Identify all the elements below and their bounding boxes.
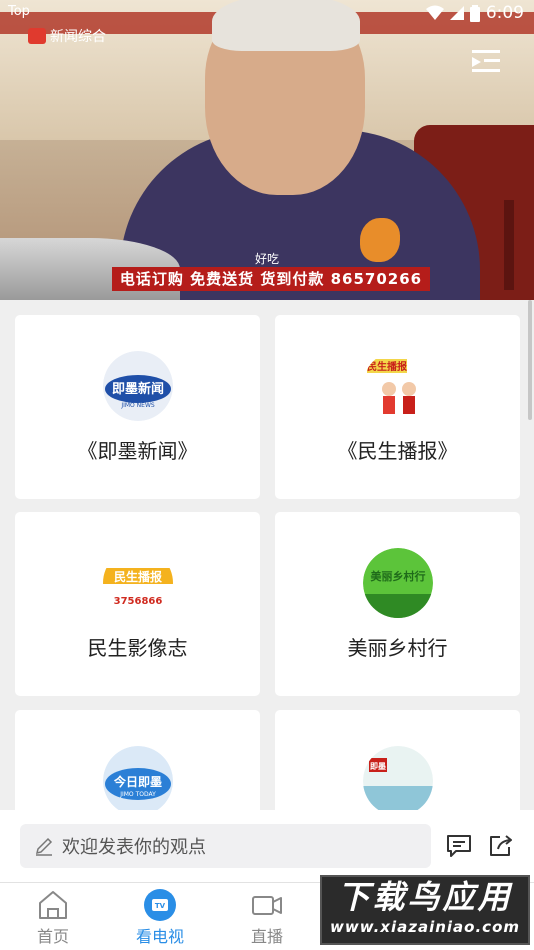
program-logo: 即墨新闻 JIMO NEWS: [103, 351, 173, 421]
svg-text:民生播报: 民生播报: [367, 360, 407, 373]
wifi-icon: [425, 5, 444, 20]
program-card[interactable]: 即墨新闻 JIMO NEWS 《即墨新闻》: [15, 315, 260, 499]
program-logo: 即墨: [363, 746, 433, 810]
status-time: 6:09: [485, 3, 524, 23]
battery-icon: [469, 4, 480, 22]
program-card[interactable]: 即墨: [275, 710, 520, 810]
svg-text:美丽乡村行: 美丽乡村行: [371, 569, 426, 583]
signal-icon: [449, 6, 464, 20]
program-title: 美丽乡村行: [347, 636, 448, 660]
comment-input[interactable]: 欢迎发表你的观点: [20, 824, 431, 868]
ad-banner: 电话订购 免费送货 货到付款 86570266: [112, 267, 430, 291]
video-camera-icon: [252, 896, 282, 915]
svg-text:即墨: 即墨: [370, 761, 386, 771]
svg-text:民生播报: 民生播报: [114, 569, 162, 584]
program-title: 民生影像志: [87, 636, 188, 660]
home-icon: [39, 891, 67, 919]
svg-text:TV: TV: [155, 902, 166, 910]
svg-text:JIMO NEWS: JIMO NEWS: [120, 402, 155, 409]
watermark: 下载鸟应用 www.xiazainiao.com: [320, 875, 530, 945]
status-bar-right: 6:09: [425, 3, 524, 23]
program-grid: 即墨新闻 JIMO NEWS 《即墨新闻》 民生播报 《民生播报》 民生播报 3…: [0, 300, 534, 810]
svg-text:今日即墨: 今日即墨: [113, 774, 162, 789]
tv-icon: TV: [144, 889, 176, 921]
program-card[interactable]: 民生播报 《民生播报》: [275, 315, 520, 499]
program-logo-text: 即墨新闻: [112, 381, 164, 397]
program-card[interactable]: 民生播报 3756866 民生影像志: [15, 512, 260, 696]
status-bar-left: Top: [8, 4, 30, 19]
comment-bar: 欢迎发表你的观点: [0, 810, 534, 882]
pencil-icon: [35, 837, 53, 856]
nav-label: 首页: [36, 927, 69, 946]
nav-tv[interactable]: TV 看电视: [115, 889, 205, 947]
channel-name: 新闻综合: [50, 29, 106, 45]
program-logo: 今日即墨 JIMO TODAY: [103, 746, 173, 810]
program-title: 《即墨新闻》: [77, 439, 198, 463]
video-player[interactable]: Top 6:09 新闻综合 好吃 电话订购 免费送货 货到付款 86570266: [0, 0, 534, 300]
episode-list-icon[interactable]: [472, 50, 500, 72]
share-icon[interactable]: [488, 834, 514, 858]
watermark-url: www.xiazainiao.com: [329, 918, 521, 936]
program-card[interactable]: 今日即墨 JIMO TODAY: [15, 710, 260, 810]
program-card[interactable]: 美丽乡村行 美丽乡村行: [275, 512, 520, 696]
comment-placeholder: 欢迎发表你的观点: [62, 837, 206, 858]
nav-label: 直播: [250, 927, 283, 946]
svg-text:3756866: 3756866: [114, 596, 163, 607]
program-logo: 民生播报: [363, 351, 433, 421]
watermark-title: 下载鸟应用: [337, 878, 513, 916]
nav-live[interactable]: 直播: [222, 889, 312, 947]
nav-home[interactable]: 首页: [8, 889, 98, 947]
comment-icon[interactable]: [446, 834, 472, 858]
channel-logo-icon: [28, 28, 46, 44]
channel-logo: 新闻综合: [28, 26, 106, 46]
program-logo: 民生播报 3756866: [103, 548, 173, 618]
program-title: 《民生播报》: [337, 439, 458, 463]
app-screen: Top 6:09 新闻综合 好吃 电话订购 免费送货 货到付款 86570266: [0, 0, 534, 950]
program-logo: 美丽乡村行: [363, 548, 433, 618]
nav-label: 看电视: [135, 927, 184, 946]
scrollbar[interactable]: [528, 300, 532, 420]
svg-text:JIMO TODAY: JIMO TODAY: [119, 791, 156, 798]
video-subtitle: 好吃: [254, 252, 279, 266]
